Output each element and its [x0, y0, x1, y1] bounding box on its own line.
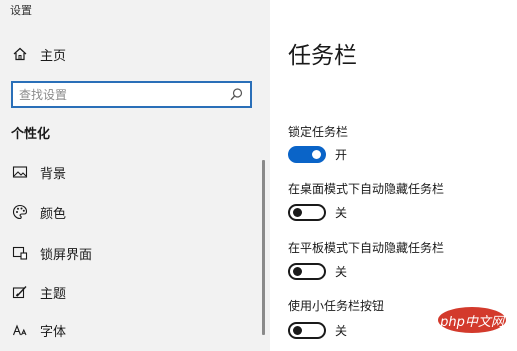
sidebar-item-background[interactable]: 背景: [0, 157, 262, 187]
toggle-state-label: 开: [335, 148, 348, 162]
setting-label-autohide-tablet: 在平板模式下自动隐藏任务栏: [288, 241, 445, 255]
toggle-knob: [312, 150, 321, 159]
watermark-text: php中文网: [440, 314, 504, 330]
search-box[interactable]: [11, 81, 252, 108]
sidebar-item-label: 颜色: [40, 206, 67, 222]
image-icon: [12, 164, 28, 180]
palette-icon: [12, 204, 28, 220]
toggle-knob: [293, 326, 302, 335]
sidebar-item-label: 主题: [40, 286, 67, 302]
setting-label-lock-taskbar: 锁定任务栏: [288, 125, 349, 139]
sidebar-item-fonts[interactable]: 字体: [0, 315, 262, 345]
main-panel: 任务栏 锁定任务栏 开 在桌面模式下自动隐藏任务栏 关 在平板模式下自动隐藏任务…: [270, 0, 517, 351]
home-icon: [12, 46, 28, 62]
sidebar-item-label: 字体: [40, 324, 67, 340]
php-watermark: php中文网: [437, 306, 507, 334]
sidebar-item-label: 锁屏界面: [40, 247, 93, 263]
app-title: 设置: [10, 4, 32, 17]
small-buttons-toggle[interactable]: [288, 322, 326, 339]
sidebar-item-label: 主页: [40, 48, 67, 64]
toggle-knob: [293, 208, 302, 217]
page-title: 任务栏: [288, 43, 357, 69]
toggle-state-label: 关: [335, 206, 348, 220]
toggle-row-autohide-desktop: 关: [288, 204, 347, 221]
sidebar-item-colors[interactable]: 颜色: [0, 197, 262, 227]
sidebar-item-themes[interactable]: 主题: [0, 277, 262, 307]
search-input[interactable]: [19, 87, 219, 102]
section-heading: 个性化: [11, 127, 51, 142]
sidebar-scrollbar[interactable]: [262, 160, 265, 335]
sidebar-item-home[interactable]: 主页: [0, 39, 262, 69]
toggle-row-small-buttons: 关: [288, 322, 347, 339]
sidebar-item-label: 背景: [40, 166, 67, 182]
lock-taskbar-toggle[interactable]: [288, 146, 326, 163]
toggle-row-lock-taskbar: 开: [288, 146, 347, 163]
lock-screen-icon: [12, 245, 28, 261]
autohide-desktop-toggle[interactable]: [288, 204, 326, 221]
sidebar-item-lock-screen[interactable]: 锁屏界面: [0, 238, 262, 268]
sidebar: 设置 主页 个性化 背景 颜色 锁屏界面 主题: [0, 0, 270, 351]
font-icon: [12, 322, 28, 338]
toggle-state-label: 关: [335, 324, 348, 338]
search-icon[interactable]: [229, 87, 244, 102]
setting-label-autohide-desktop: 在桌面模式下自动隐藏任务栏: [288, 182, 445, 196]
setting-label-small-buttons: 使用小任务栏按钮: [288, 299, 385, 313]
theme-icon: [12, 284, 28, 300]
autohide-tablet-toggle[interactable]: [288, 263, 326, 280]
toggle-knob: [293, 267, 302, 276]
toggle-row-autohide-tablet: 关: [288, 263, 347, 280]
toggle-state-label: 关: [335, 265, 348, 279]
